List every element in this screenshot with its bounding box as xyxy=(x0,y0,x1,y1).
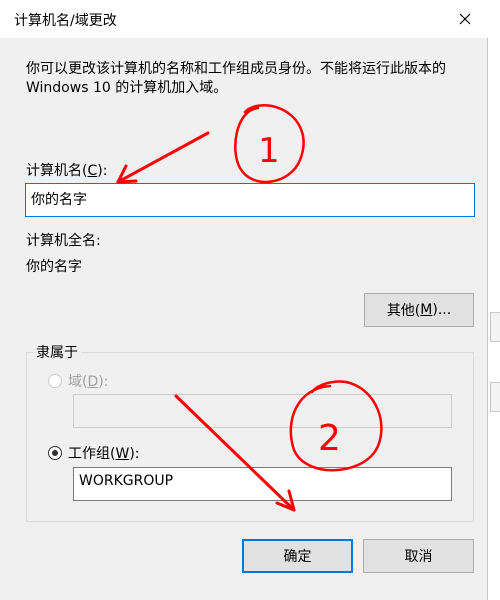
cancel-button[interactable]: 取消 xyxy=(363,539,474,573)
close-button[interactable] xyxy=(442,0,488,38)
domain-access-key: D xyxy=(87,374,99,390)
computer-name-access-key: C xyxy=(87,163,98,179)
close-icon xyxy=(459,13,471,25)
workgroup-label-suffix: ): xyxy=(129,446,140,462)
workgroup-label-prefix: 工作组( xyxy=(68,446,116,462)
computer-name-input[interactable]: 你的名字 xyxy=(25,183,475,217)
dialog-description: 你可以更改该计算机的名称和工作组成员身份。不能将运行此版本的 Windows 1… xyxy=(26,61,446,96)
computer-name-dialog: 计算机名/域更改 你可以更改该计算机的名称和工作组成员身份。不能将运行此版本的 … xyxy=(0,0,488,600)
workgroup-label: 工作组(W): xyxy=(68,443,140,463)
more-button-prefix: 其他( xyxy=(386,303,421,319)
ok-button[interactable]: 确定 xyxy=(242,539,353,573)
more-button[interactable]: 其他(M)... xyxy=(364,293,474,327)
title-bar: 计算机名/域更改 xyxy=(0,0,488,38)
computer-name-label-suffix: ): xyxy=(97,163,108,179)
computer-name-label-prefix: 计算机名( xyxy=(26,163,88,179)
domain-input[interactable] xyxy=(73,394,452,428)
full-computer-name-label: 计算机全名: xyxy=(26,233,101,249)
domain-radio[interactable] xyxy=(48,374,62,388)
more-button-suffix: )... xyxy=(432,302,452,318)
member-of-title: 隶属于 xyxy=(33,342,81,362)
workgroup-access-key: W xyxy=(115,446,130,462)
workgroup-input[interactable]: WORKGROUP xyxy=(73,467,452,501)
background-control-edge xyxy=(490,382,500,412)
more-button-access-key: M xyxy=(420,302,433,318)
background-window-edge xyxy=(488,0,500,600)
domain-label: 域(D): xyxy=(68,371,108,391)
background-control-edge xyxy=(490,312,500,342)
full-computer-name-value: 你的名字 xyxy=(26,259,82,275)
domain-label-suffix: ): xyxy=(98,374,109,390)
workgroup-radio[interactable] xyxy=(48,446,62,460)
computer-name-label: 计算机名(C): xyxy=(26,160,107,180)
dialog-title: 计算机名/域更改 xyxy=(14,13,117,29)
domain-label-prefix: 域( xyxy=(68,374,88,390)
